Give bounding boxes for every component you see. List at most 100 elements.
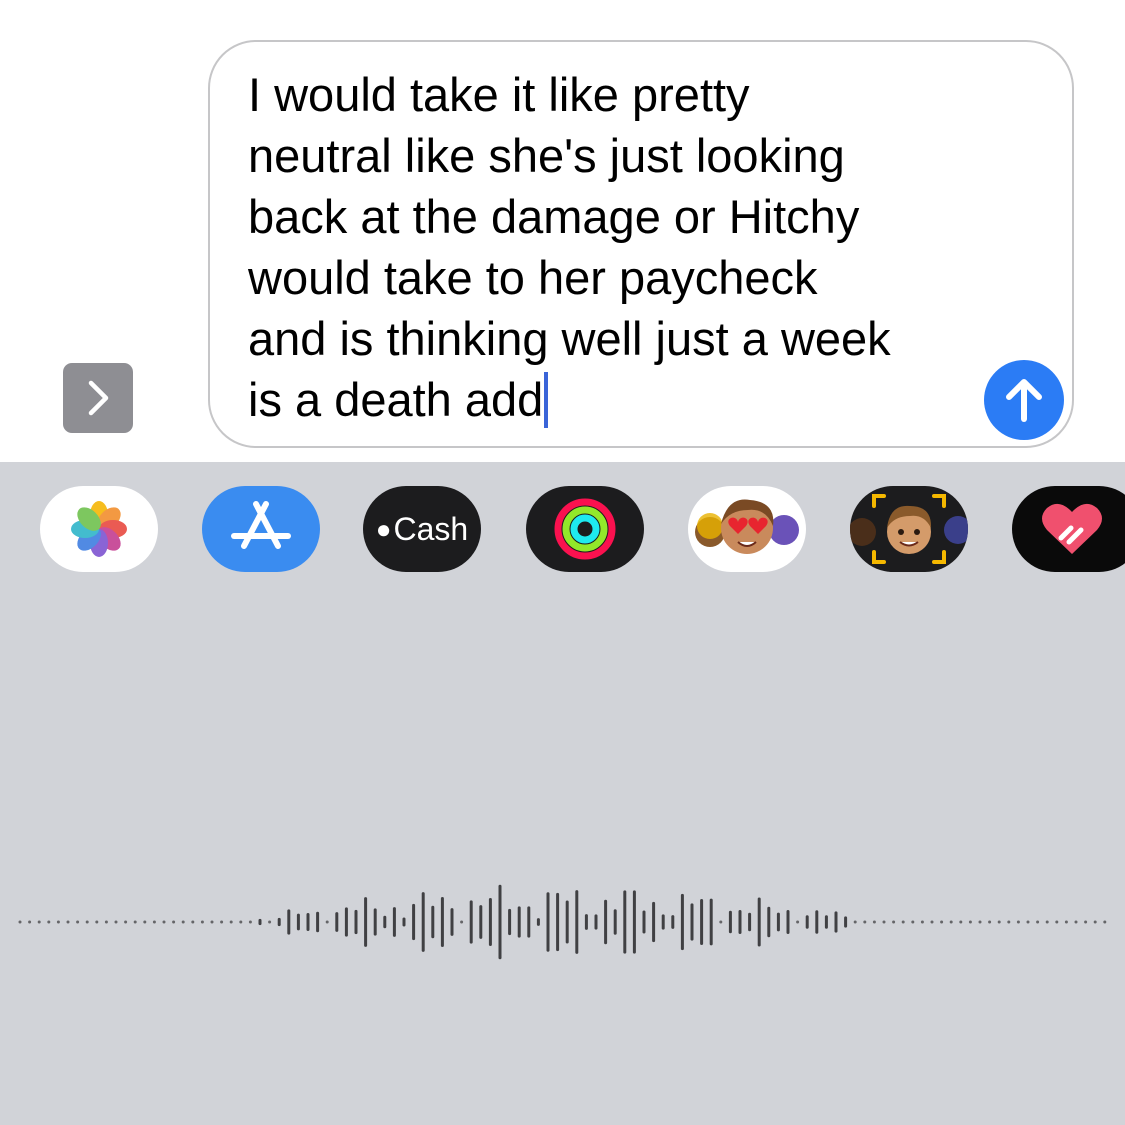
- waveform-bar: [834, 911, 838, 933]
- waveform-bar: [229, 920, 233, 924]
- waveform-bar: [584, 914, 588, 930]
- photos-icon: [71, 501, 127, 557]
- waveform-bar: [930, 920, 934, 924]
- memoji-icon: [850, 494, 968, 564]
- waveform-bar: [517, 906, 521, 938]
- waveform-bar: [191, 920, 195, 924]
- waveform-bar: [959, 920, 963, 924]
- waveform-bar: [1026, 920, 1030, 924]
- waveform-bar: [306, 913, 310, 931]
- waveform-bar: [767, 906, 771, 938]
- waveform-bar: [997, 920, 1001, 924]
- waveform-bar: [1045, 920, 1049, 924]
- waveform-bar: [1093, 920, 1097, 924]
- waveform-bar: [479, 905, 483, 939]
- waveform-bar: [1103, 920, 1107, 924]
- waveform-bar: [220, 920, 224, 924]
- waveform-bar: [239, 920, 243, 924]
- waveform-bar: [1084, 920, 1088, 924]
- waveform-bar: [172, 920, 176, 924]
- waveform-bar: [296, 913, 300, 931]
- message-text-field[interactable]: I would take it like pretty neutral like…: [208, 40, 1074, 448]
- photos-app-button[interactable]: [40, 486, 158, 572]
- waveform-bar: [815, 910, 819, 934]
- digital-touch-button[interactable]: [1012, 486, 1125, 572]
- waveform-bar: [18, 920, 22, 924]
- waveform-bar: [901, 920, 905, 924]
- apple-logo-icon: ●: [375, 513, 392, 544]
- app-store-button[interactable]: [202, 486, 320, 572]
- waveform-bar: [575, 890, 579, 954]
- waveform-bar: [988, 920, 992, 924]
- waveform-bar: [892, 920, 896, 924]
- waveform-bar: [412, 903, 416, 941]
- waveform-bar: [373, 908, 377, 936]
- waveform-bar: [66, 920, 70, 924]
- waveform-bar: [469, 900, 473, 944]
- waveform-bar: [872, 920, 876, 924]
- imessage-app-strip: ● Cash: [0, 486, 1125, 574]
- waveform-bar: [258, 918, 262, 926]
- waveform-bar: [143, 920, 147, 924]
- message-composer: I would take it like pretty neutral like…: [0, 0, 1125, 462]
- waveform-bar: [56, 920, 60, 924]
- waveform-bar: [354, 909, 358, 935]
- waveform-bar: [536, 918, 540, 926]
- waveform-bar: [133, 920, 137, 924]
- arrow-up-icon: [1006, 379, 1042, 422]
- waveform-bar: [632, 890, 636, 954]
- waveform-bar: [853, 920, 857, 924]
- waveform-bar: [719, 920, 723, 924]
- waveform-bar: [440, 897, 444, 947]
- cash-label: Cash: [393, 510, 469, 547]
- waveform-bar: [152, 920, 156, 924]
- waveform-bar: [104, 920, 108, 924]
- waveform-bar: [268, 920, 272, 924]
- waveform-bar: [661, 914, 665, 930]
- expand-apps-button[interactable]: [63, 363, 133, 433]
- waveform-bar: [940, 920, 944, 924]
- waveform-bar: [1055, 920, 1059, 924]
- waveform-bar: [613, 909, 617, 935]
- waveform-bar: [920, 920, 924, 924]
- message-input-text[interactable]: I would take it like pretty neutral like…: [248, 64, 978, 430]
- fitness-app-button[interactable]: [526, 486, 644, 572]
- waveform-bar: [805, 915, 809, 929]
- activity-rings-icon: [554, 498, 616, 560]
- apple-cash-button[interactable]: ● Cash: [363, 486, 481, 572]
- waveform-bar: [488, 897, 492, 947]
- waveform-bar: [968, 920, 972, 924]
- waveform-bar: [47, 920, 51, 924]
- waveform-bar: [623, 890, 627, 954]
- waveform-bar: [200, 920, 204, 924]
- memoji-stickers-icon: [695, 499, 799, 554]
- waveform-bar: [556, 892, 560, 952]
- waveform-bar: [604, 899, 608, 945]
- waveform-bar: [335, 912, 339, 932]
- waveform-bar: [680, 893, 684, 951]
- waveform-bar: [1016, 920, 1020, 924]
- waveform-bar: [162, 920, 166, 924]
- waveform-bar: [978, 920, 982, 924]
- waveform-bar: [796, 920, 800, 924]
- waveform-bar: [383, 915, 387, 929]
- waveform-bar: [508, 908, 512, 936]
- waveform-bar: [671, 915, 675, 929]
- waveform-bar: [748, 912, 752, 932]
- waveform-bar: [28, 920, 32, 924]
- waveform-bar: [37, 920, 41, 924]
- memoji-stickers-button[interactable]: [688, 486, 806, 572]
- waveform-bar: [316, 911, 320, 933]
- send-button[interactable]: [984, 360, 1064, 440]
- waveform-bar: [431, 905, 435, 939]
- waveform-bar: [824, 915, 828, 929]
- waveform-bar: [421, 892, 425, 952]
- waveform-bar: [527, 906, 531, 938]
- waveform-bar: [344, 907, 348, 937]
- waveform-bar: [700, 899, 704, 945]
- waveform-bar: [392, 907, 396, 937]
- waveform-bar: [738, 910, 742, 934]
- text-cursor: [544, 372, 549, 428]
- memoji-button[interactable]: [850, 486, 968, 572]
- message-text-content: I would take it like pretty neutral like…: [248, 68, 891, 426]
